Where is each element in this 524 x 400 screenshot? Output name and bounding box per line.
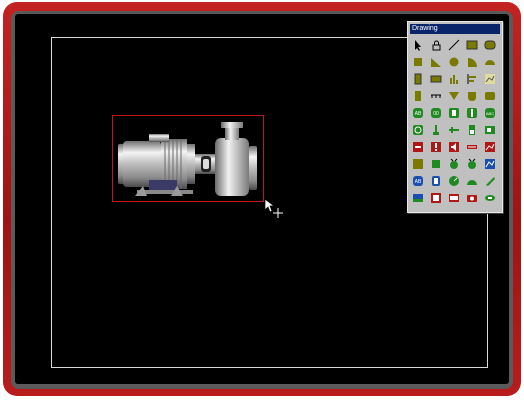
camera-icon[interactable] (466, 192, 478, 204)
block-icon[interactable] (430, 158, 442, 170)
text-icon[interactable]: AB (412, 175, 424, 187)
report-icon[interactable] (430, 192, 442, 204)
svg-text:ABC: ABC (486, 111, 494, 116)
numeric-input-icon[interactable]: 00 (430, 107, 442, 119)
drawing-canvas[interactable]: Drawing AB 00 ABC AB (15, 14, 509, 384)
bezel-inner-frame: Drawing AB 00 ABC AB (11, 11, 513, 389)
recipe-icon[interactable] (412, 141, 424, 153)
mouse-pointer-icon (265, 199, 283, 218)
hmi-bezel: Drawing AB 00 ABC AB (3, 2, 521, 396)
trend-icon[interactable] (484, 73, 496, 85)
triangle-icon[interactable] (430, 56, 442, 68)
bar-chart-icon[interactable] (448, 73, 460, 85)
data-chart-icon[interactable] (484, 141, 496, 153)
indicator-icon[interactable] (412, 73, 424, 85)
picture-icon[interactable] (412, 192, 424, 204)
dial-icon[interactable] (448, 175, 460, 187)
circle-icon[interactable] (448, 56, 460, 68)
link-icon[interactable] (484, 192, 496, 204)
clock-icon[interactable] (412, 124, 424, 136)
sector-icon[interactable] (466, 56, 478, 68)
tank-icon[interactable] (466, 90, 478, 102)
display-icon[interactable] (448, 192, 460, 204)
slider-icon[interactable] (448, 124, 460, 136)
numeric-display-icon[interactable] (484, 90, 496, 102)
xy-chart-icon[interactable] (484, 158, 496, 170)
meter-icon[interactable] (412, 90, 424, 102)
filled-rect-icon[interactable] (412, 56, 424, 68)
semicircle-icon[interactable] (484, 56, 496, 68)
motor-icon[interactable] (448, 158, 460, 170)
gauge-bar-icon[interactable] (466, 124, 478, 136)
pie-icon[interactable] (412, 158, 424, 170)
svg-text:AB: AB (415, 111, 422, 117)
drawing-toolbox[interactable]: Drawing AB 00 ABC AB (407, 21, 503, 213)
toggle-button-icon[interactable] (448, 107, 460, 119)
needle-icon[interactable] (484, 175, 496, 187)
sound-icon[interactable] (448, 141, 460, 153)
level-chart-icon[interactable] (466, 73, 478, 85)
toolbox-title-bar[interactable]: Drawing (410, 24, 500, 34)
switch-icon[interactable] (466, 107, 478, 119)
svg-text:00: 00 (433, 111, 439, 117)
bit-lamp-icon[interactable] (466, 141, 478, 153)
scale-icon[interactable] (430, 90, 442, 102)
fan-icon[interactable] (466, 158, 478, 170)
speedometer-icon[interactable] (466, 175, 478, 187)
line-icon[interactable] (448, 39, 460, 51)
word-icon[interactable] (430, 175, 442, 187)
ascii-input-icon[interactable]: ABC (484, 107, 496, 119)
arrow-icon[interactable] (412, 39, 424, 51)
lock-icon[interactable] (430, 39, 442, 51)
rounded-rectangle-icon[interactable] (484, 39, 496, 51)
pump-graphic[interactable] (113, 116, 263, 201)
pump-object-selection[interactable] (112, 115, 264, 202)
svg-text:AB: AB (415, 179, 422, 185)
lamp-icon[interactable] (430, 73, 442, 85)
alarm-icon[interactable] (430, 141, 442, 153)
rectangle-icon[interactable] (466, 39, 478, 51)
pipe-icon[interactable] (430, 124, 442, 136)
valve-icon[interactable] (448, 90, 460, 102)
battery-icon[interactable] (484, 124, 496, 136)
ascii-display-icon[interactable]: AB (412, 107, 424, 119)
